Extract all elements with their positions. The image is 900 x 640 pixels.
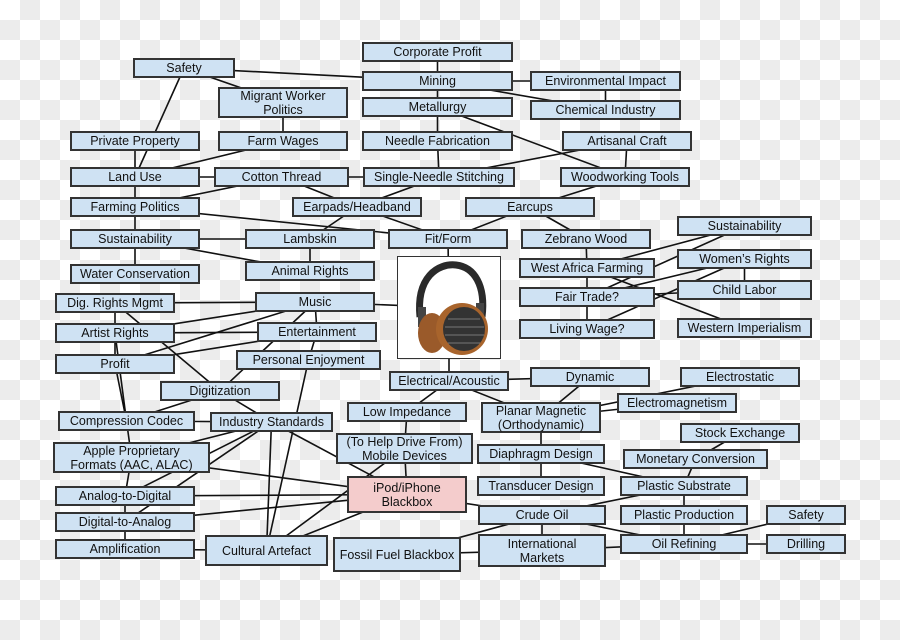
- node-migrant: Migrant Worker Politics: [218, 87, 348, 118]
- node-child-labor: Child Labor: [677, 280, 812, 300]
- node-sustain2: Sustainability: [677, 216, 812, 236]
- node-needle-fab: Needle Fabrication: [362, 131, 513, 151]
- node-lambskin: Lambskin: [245, 229, 375, 249]
- node-ipod: iPod/iPhone Blackbox: [347, 476, 467, 513]
- node-drilling: Drilling: [766, 534, 846, 554]
- edge-safety1-land_use: [134, 67, 185, 178]
- node-electrical: Electrical/Acoustic: [389, 371, 509, 391]
- edge-music-digitization: [219, 301, 316, 392]
- node-drm: Dig. Rights Mgmt: [55, 293, 175, 313]
- edge-artist-compression: [114, 332, 128, 422]
- node-diaphragm: Diaphragm Design: [477, 444, 605, 464]
- node-western: Western Imperialism: [677, 318, 812, 338]
- node-cotton: Cotton Thread: [214, 167, 349, 187]
- node-corp-profit: Corporate Profit: [362, 42, 513, 62]
- node-stock: Stock Exchange: [680, 423, 800, 443]
- node-intl: International Markets: [478, 534, 606, 567]
- node-mining: Mining: [362, 71, 513, 91]
- node-music: Music: [255, 292, 375, 312]
- node-metallurgy: Metallurgy: [362, 97, 513, 117]
- node-earcups: Earcups: [465, 197, 595, 217]
- node-personal: Personal Enjoyment: [236, 350, 381, 370]
- node-womens: Women’s Rights: [677, 249, 812, 269]
- node-transducer: Transducer Design: [477, 476, 605, 496]
- node-apple: Apple Proprietary Formats (AAC, ALAC): [53, 442, 210, 473]
- node-dig-analog: Digital-to-Analog: [55, 512, 195, 532]
- node-planar: Planar Magnetic (Orthodynamic): [481, 402, 601, 433]
- node-plastic-prod: Plastic Production: [620, 505, 748, 525]
- node-safety2: Safety: [766, 505, 846, 525]
- node-chemical: Chemical Industry: [530, 100, 681, 120]
- node-safety1: Safety: [133, 58, 235, 78]
- node-animal: Animal Rights: [245, 261, 375, 281]
- node-entertain: Entertainment: [257, 322, 377, 342]
- node-electrostatic: Electrostatic: [680, 367, 800, 387]
- node-industry: Industry Standards: [210, 412, 333, 432]
- headphones-image: [397, 256, 501, 359]
- node-mobile: (To Help Drive From) Mobile Devices: [336, 433, 473, 464]
- node-sustain1: Sustainability: [70, 229, 200, 249]
- node-private-prop: Private Property: [70, 131, 200, 151]
- node-west-africa: West Africa Farming: [519, 258, 655, 278]
- node-fitform: Fit/Form: [388, 229, 508, 249]
- node-compression: Compression Codec: [58, 411, 195, 431]
- node-zebrano: Zebrano Wood: [521, 229, 651, 249]
- node-dynamic: Dynamic: [530, 367, 650, 387]
- node-digitization: Digitization: [160, 381, 280, 401]
- node-earpads: Earpads/Headband: [292, 197, 422, 217]
- node-electromag: Electromagnetism: [617, 393, 737, 413]
- node-profit: Profit: [55, 354, 175, 374]
- node-living-wage: Living Wage?: [519, 319, 655, 339]
- node-artisanal: Artisanal Craft: [562, 131, 692, 151]
- node-analog-dig: Analog-to-Digital: [55, 486, 195, 506]
- node-woodworking: Woodworking Tools: [560, 167, 690, 187]
- node-plastic-sub: Plastic Substrate: [620, 476, 748, 496]
- node-low-imp: Low Impedance: [347, 402, 467, 422]
- node-farm-wages: Farm Wages: [218, 131, 348, 151]
- node-artist: Artist Rights: [55, 323, 175, 343]
- node-crude: Crude Oil: [478, 505, 606, 525]
- node-env-impact: Environmental Impact: [530, 71, 681, 91]
- node-oil-ref: Oil Refining: [620, 534, 748, 554]
- node-farming-pol: Farming Politics: [70, 197, 200, 217]
- node-land-use: Land Use: [70, 167, 200, 187]
- node-cultural: Cultural Artefact: [205, 535, 328, 566]
- node-monetary: Monetary Conversion: [623, 449, 768, 469]
- node-single-needle: Single-Needle Stitching: [363, 167, 515, 187]
- node-fossil: Fossil Fuel Blackbox: [333, 537, 461, 572]
- headphones-icon: [416, 261, 488, 355]
- node-water: Water Conservation: [70, 264, 200, 284]
- node-amplification: Amplification: [55, 539, 195, 559]
- node-fair-trade: Fair Trade?: [519, 287, 655, 307]
